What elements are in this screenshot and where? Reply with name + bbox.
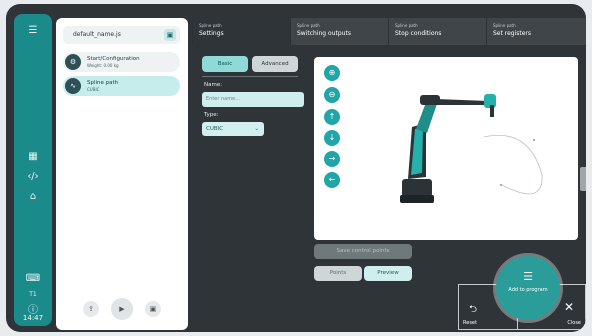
spline-icon: ∿ — [65, 78, 81, 94]
node-title: Start/Configuration — [87, 56, 140, 62]
3d-viewport[interactable]: ⊕ ⊖ ↑ ↓ → ← — [314, 57, 578, 240]
mode-label: T1 — [29, 291, 37, 298]
preview-button[interactable]: Preview — [364, 266, 412, 281]
type-value: CUBIC — [206, 126, 224, 132]
node-start-configuration[interactable]: ⚙ Start/Configuration Weight: 0.00 kg — [63, 52, 180, 72]
file-name-field[interactable]: default_name.js ▣ — [63, 26, 180, 44]
divider — [202, 76, 298, 77]
grid-icon[interactable]: ▦ — [25, 150, 41, 164]
tab-category: Spline path — [297, 23, 320, 28]
control-point — [500, 184, 502, 186]
name-label: Name: — [204, 82, 223, 88]
name-input[interactable]: Enter name... — [202, 92, 304, 107]
type-select[interactable]: CUBIC ⌄ — [202, 122, 264, 136]
terminal-icon[interactable]: ⌨ — [25, 272, 41, 286]
basic-button[interactable]: Basic — [202, 56, 248, 72]
save-control-points-button[interactable]: Save control points — [314, 244, 412, 259]
left-rail: ☰ ▦ ‹/› ⌂ ⌨ T1 ⓘ 14:47 — [14, 14, 52, 326]
advanced-button[interactable]: Advanced — [252, 56, 298, 72]
type-label: Type: — [204, 112, 219, 118]
program-tree-panel: default_name.js ▣ ⚙ Start/Configuration … — [56, 18, 188, 330]
close-icon: ✕ — [564, 300, 575, 314]
save-icon[interactable]: ▣ — [145, 301, 161, 317]
tab-stop-conditions[interactable]: Spline path Stop conditions — [388, 18, 486, 45]
save-file-icon[interactable]: ▣ — [164, 29, 176, 41]
tab-category: Spline path — [199, 23, 222, 28]
tablet: ☰ ▦ ‹/› ⌂ ⌨ T1 ⓘ 14:47 default_name.js ▣… — [6, 4, 586, 332]
points-button[interactable]: Points — [314, 266, 362, 281]
side-handle[interactable] — [580, 167, 586, 191]
tab-label: Set registers — [493, 30, 532, 37]
gear-icon: ⚙ — [65, 54, 81, 70]
screen-frame: ☰ ▦ ‹/› ⌂ ⌨ T1 ⓘ 14:47 default_name.js ▣… — [0, 0, 592, 336]
code-icon[interactable]: ‹/› — [25, 170, 41, 184]
file-name: default_name.js — [73, 31, 121, 38]
tab-category: Spline path — [395, 23, 418, 28]
playback-bar: ⇪ ▶ ▣ — [63, 298, 180, 320]
clock: 14:47 — [22, 314, 44, 322]
node-subtitle: CUBIC — [87, 87, 100, 92]
robot-scene — [400, 94, 543, 203]
tab-label: Stop conditions — [395, 30, 442, 37]
home-icon[interactable]: ⌂ — [25, 190, 41, 204]
name-placeholder: Enter name... — [206, 96, 240, 102]
reset-label: Reset — [463, 320, 477, 326]
tab-settings[interactable]: Spline path Settings — [192, 18, 290, 45]
node-spline-path[interactable]: ∿ Spline path CUBIC — [63, 76, 180, 96]
tab-set-registers[interactable]: Spline path Set registers — [486, 18, 586, 45]
close-label: Close — [567, 320, 581, 326]
reset-icon: ⮌ — [469, 304, 478, 315]
tab-bar: Spline path Settings Spline path Switchi… — [192, 18, 586, 45]
control-point — [533, 139, 535, 141]
robot-arm — [400, 94, 496, 203]
add-to-program-button[interactable]: ☰ Add to program — [496, 256, 560, 320]
node-subtitle: Weight: 0.00 kg — [87, 63, 119, 68]
upload-icon[interactable]: ⇪ — [83, 301, 99, 317]
add-to-program-label: Add to program — [508, 287, 548, 293]
menu-icon[interactable]: ☰ — [25, 24, 41, 38]
tab-category: Spline path — [493, 23, 516, 28]
chevron-down-icon: ⌄ — [254, 126, 259, 132]
play-icon[interactable]: ▶ — [111, 298, 133, 320]
node-title: Spline path — [87, 80, 119, 86]
tab-label: Settings — [199, 30, 224, 37]
tab-switching-outputs[interactable]: Spline path Switching outputs — [290, 18, 388, 45]
tab-label: Switching outputs — [297, 30, 351, 37]
spline-path-curve — [483, 134, 543, 195]
add-program-icon: ☰ — [523, 270, 533, 283]
